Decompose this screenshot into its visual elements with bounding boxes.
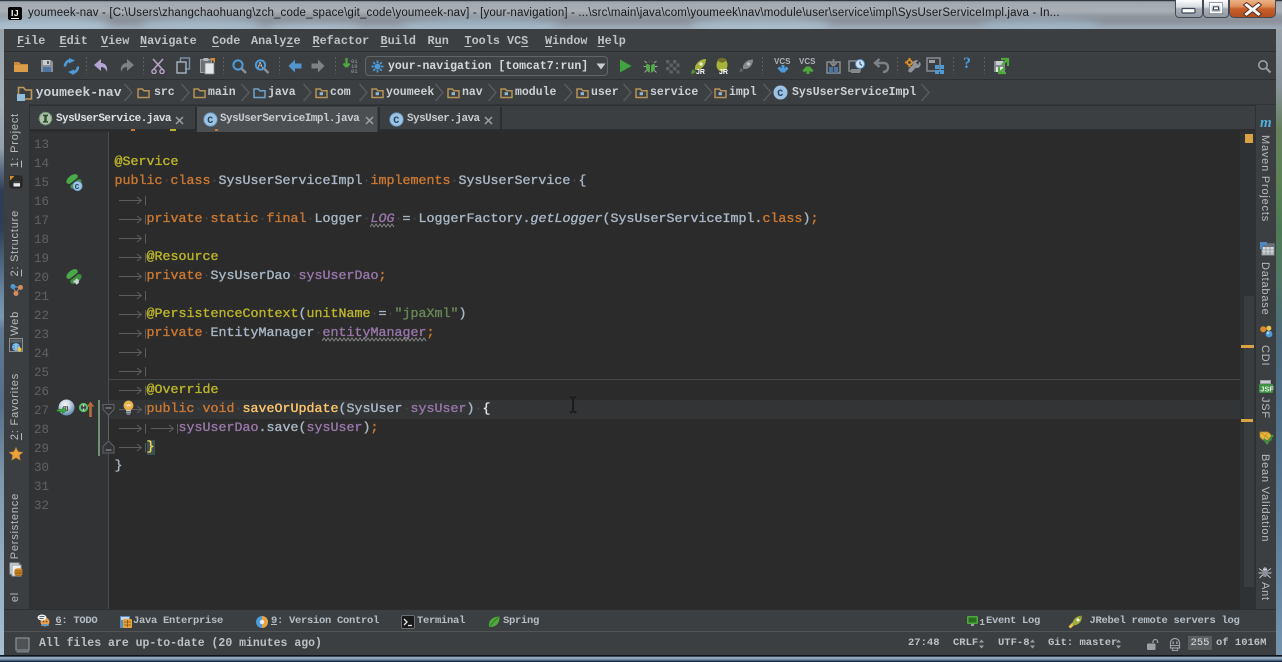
svg-text:JR: JR <box>719 69 728 76</box>
svg-text:C: C <box>75 184 80 192</box>
svg-text:01: 01 <box>351 68 358 75</box>
svg-text:JR: JR <box>696 69 705 76</box>
svg-text:C: C <box>207 116 213 127</box>
svg-text:VCS: VCS <box>774 57 791 66</box>
svg-text:A: A <box>258 61 264 70</box>
svg-text:C: C <box>777 89 783 100</box>
svg-text:JSF: JSF <box>1260 385 1274 394</box>
svg-text:VCS: VCS <box>799 57 816 66</box>
svg-text:C: C <box>393 116 399 127</box>
